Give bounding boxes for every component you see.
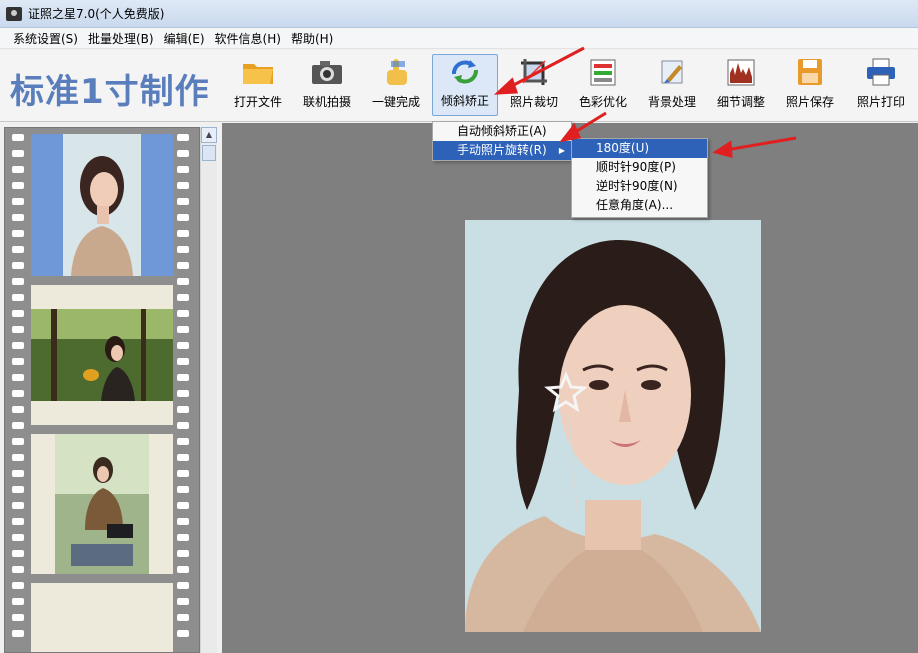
annotation-arrows [493, 46, 797, 158]
arrow-to-180 [725, 136, 797, 152]
arrow-to-tilt-button [507, 46, 585, 90]
arrow-head-2 [559, 123, 582, 143]
arrow-head-1 [493, 77, 519, 95]
arrow-head-3 [712, 140, 733, 158]
